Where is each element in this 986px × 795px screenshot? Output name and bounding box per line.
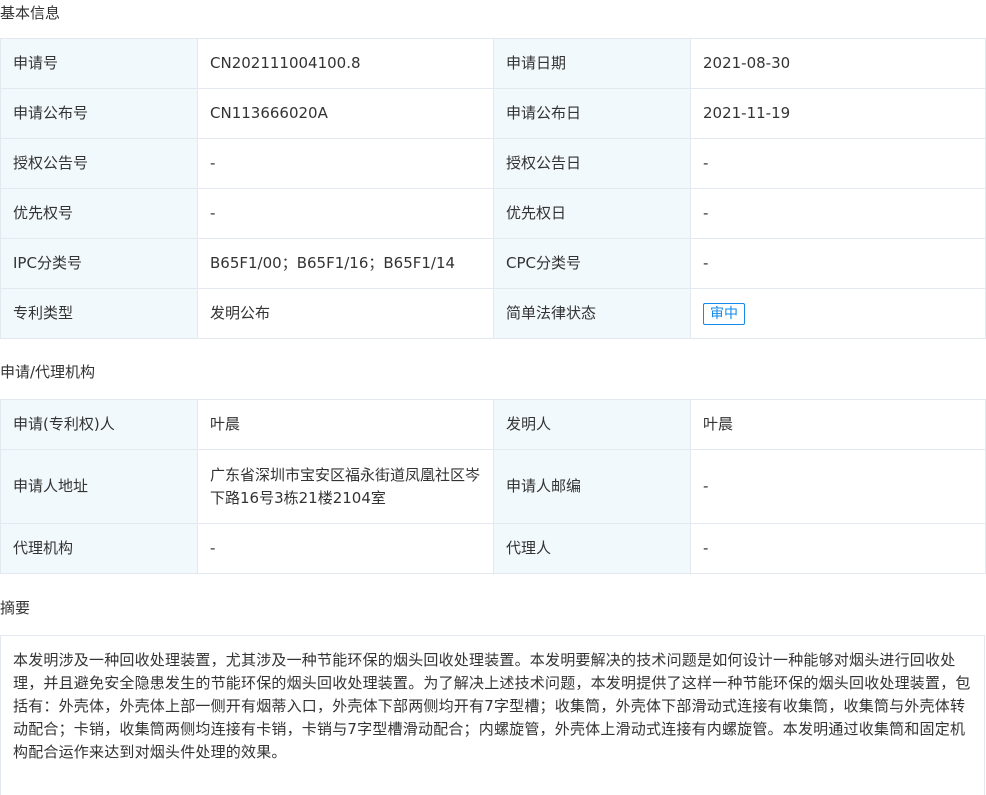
label-cpc-class: CPC分类号 <box>493 238 691 289</box>
value-legal-status-cell: 审中 <box>690 288 986 339</box>
table-row: 申请(专利权)人 叶晨 发明人 叶晨 <box>0 399 986 450</box>
value-ipc-class: B65F1/00；B65F1/16；B65F1/14 <box>197 238 494 289</box>
abstract-text: 本发明涉及一种回收处理装置，尤其涉及一种节能环保的烟头回收处理装置。本发明要解决… <box>0 635 985 795</box>
label-agent: 代理人 <box>493 523 691 574</box>
value-priority-number: - <box>197 188 494 239</box>
value-publication-number: CN113666020A <box>197 88 494 139</box>
value-applicant-address: 广东省深圳市宝安区福永街道凤凰社区岑下路16号3栋21楼2104室 <box>197 449 494 524</box>
section-title-basic-info: 基本信息 <box>0 4 61 22</box>
value-priority-date: - <box>690 188 986 239</box>
applicant-info-table: 申请(专利权)人 叶晨 发明人 叶晨 申请人地址 广东省深圳市宝安区福永街道凤凰… <box>0 399 986 574</box>
label-priority-date: 优先权日 <box>493 188 691 239</box>
value-agent: - <box>690 523 986 574</box>
label-application-number: 申请号 <box>0 38 198 89</box>
value-agency: - <box>197 523 494 574</box>
value-applicant-postcode: - <box>690 449 986 524</box>
label-applicant-postcode: 申请人邮编 <box>493 449 691 524</box>
value-application-date: 2021-08-30 <box>690 38 986 89</box>
label-publication-number: 申请公布号 <box>0 88 198 139</box>
section-title-applicant-agency: 申请/代理机构 <box>0 363 96 381</box>
value-grant-number: - <box>197 138 494 189</box>
label-publication-date: 申请公布日 <box>493 88 691 139</box>
table-row: 授权公告号 - 授权公告日 - <box>0 138 986 189</box>
label-legal-status: 简单法律状态 <box>493 288 691 339</box>
table-row: 申请号 CN202111004100.8 申请日期 2021-08-30 <box>0 38 986 89</box>
label-priority-number: 优先权号 <box>0 188 198 239</box>
value-cpc-class: - <box>690 238 986 289</box>
label-inventor: 发明人 <box>493 399 691 450</box>
label-patent-type: 专利类型 <box>0 288 198 339</box>
section-title-abstract: 摘要 <box>0 599 31 617</box>
value-application-number: CN202111004100.8 <box>197 38 494 89</box>
table-row: IPC分类号 B65F1/00；B65F1/16；B65F1/14 CPC分类号… <box>0 238 986 289</box>
table-row: 申请人地址 广东省深圳市宝安区福永街道凤凰社区岑下路16号3栋21楼2104室 … <box>0 449 986 524</box>
value-patent-type: 发明公布 <box>197 288 494 339</box>
table-row: 优先权号 - 优先权日 - <box>0 188 986 239</box>
label-applicant-address: 申请人地址 <box>0 449 198 524</box>
label-application-date: 申请日期 <box>493 38 691 89</box>
label-grant-number: 授权公告号 <box>0 138 198 189</box>
value-publication-date: 2021-11-19 <box>690 88 986 139</box>
label-grant-date: 授权公告日 <box>493 138 691 189</box>
label-agency: 代理机构 <box>0 523 198 574</box>
table-row: 申请公布号 CN113666020A 申请公布日 2021-11-19 <box>0 88 986 139</box>
basic-info-table: 申请号 CN202111004100.8 申请日期 2021-08-30 申请公… <box>0 38 986 339</box>
value-grant-date: - <box>690 138 986 189</box>
patent-detail-page: 基本信息 申请号 CN202111004100.8 申请日期 2021-08-3… <box>0 0 986 795</box>
label-ipc-class: IPC分类号 <box>0 238 198 289</box>
table-row: 代理机构 - 代理人 - <box>0 523 986 574</box>
value-applicant: 叶晨 <box>197 399 494 450</box>
label-applicant: 申请(专利权)人 <box>0 399 198 450</box>
legal-status-badge[interactable]: 审中 <box>703 303 745 325</box>
value-inventor: 叶晨 <box>690 399 986 450</box>
table-row: 专利类型 发明公布 简单法律状态 审中 <box>0 288 986 339</box>
